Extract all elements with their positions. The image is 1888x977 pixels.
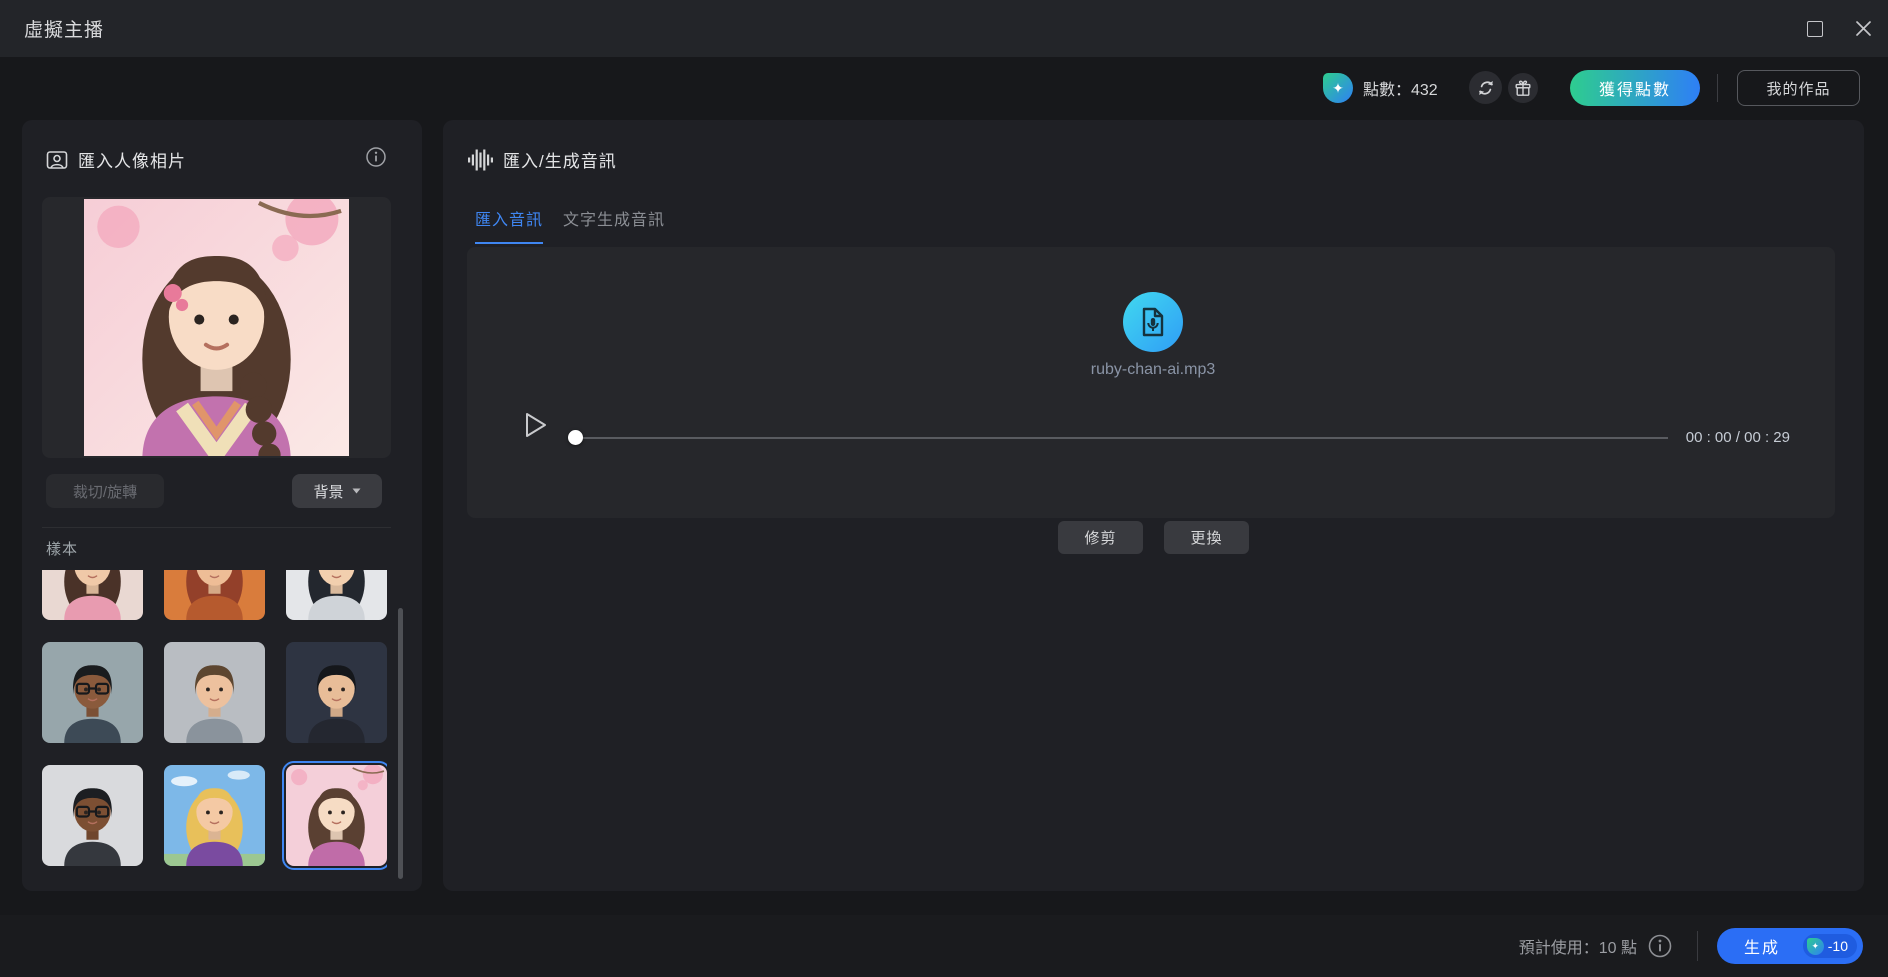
get-points-button[interactable]: 獲得點數 bbox=[1570, 70, 1700, 106]
portrait-image bbox=[84, 199, 349, 456]
refresh-points-button[interactable] bbox=[1469, 71, 1502, 104]
replace-button[interactable]: 更換 bbox=[1164, 521, 1249, 554]
title-bar: 虛擬主播 bbox=[0, 0, 1888, 57]
chevron-down-icon bbox=[352, 488, 360, 494]
generate-cost-pill: ✦ -10 bbox=[1802, 934, 1857, 958]
sample-thumb-woman-pink-blazer[interactable] bbox=[42, 570, 143, 620]
audio-progress-track[interactable] bbox=[575, 437, 1668, 439]
portrait-panel-title: 匯入人像相片 bbox=[78, 152, 186, 171]
portrait-info-icon[interactable] bbox=[365, 146, 387, 168]
refresh-icon bbox=[1478, 80, 1493, 95]
audio-panel-header: 匯入/生成音訊 bbox=[468, 147, 617, 172]
estimate-info-icon[interactable] bbox=[1647, 933, 1673, 959]
footer-bar: 預計使用：10 點 生成 ✦ -10 bbox=[0, 915, 1888, 977]
points-count: 點數：432 bbox=[1363, 82, 1438, 99]
gift-icon bbox=[1515, 79, 1531, 96]
portrait-panel: 匯入人像相片 裁切/旋轉 背景 樣本 bbox=[22, 120, 422, 891]
left-panel-divider bbox=[42, 527, 391, 528]
sample-grid bbox=[42, 570, 387, 870]
sample-thumb-woman-blonde-cartoon[interactable] bbox=[164, 765, 265, 866]
audio-panel: 匯入/生成音訊 匯入音訊 文字生成音訊 ruby-chan-ai.mp3 00 … bbox=[443, 120, 1864, 891]
play-button[interactable] bbox=[522, 410, 550, 440]
gift-button[interactable] bbox=[1508, 73, 1538, 103]
estimate-usage-label: 預計使用：10 點 bbox=[1518, 940, 1637, 957]
generate-label: 生成 bbox=[1744, 940, 1781, 957]
time-display: 00 : 00 / 00 : 29 bbox=[1685, 429, 1790, 446]
sample-thumb-woman-red-hair[interactable] bbox=[164, 570, 265, 620]
maximize-button[interactable] bbox=[1802, 16, 1828, 42]
generate-button[interactable]: 生成 ✦ -10 bbox=[1717, 928, 1863, 964]
points-badge-icon: ✦ bbox=[1323, 73, 1353, 103]
samples-scrollbar[interactable] bbox=[398, 608, 403, 879]
play-icon bbox=[526, 413, 546, 437]
sample-thumb-man-short-hair[interactable] bbox=[164, 642, 265, 743]
sample-thumb-man-suit-dark[interactable] bbox=[286, 642, 387, 743]
portrait-panel-header: 匯入人像相片 bbox=[46, 147, 186, 172]
audio-progress-knob[interactable] bbox=[568, 430, 583, 445]
footer-divider bbox=[1697, 931, 1698, 961]
sample-thumb-man-glasses-gray[interactable] bbox=[42, 642, 143, 743]
maximize-icon bbox=[1807, 20, 1823, 37]
document-microphone-icon bbox=[1142, 307, 1164, 337]
header-divider bbox=[1717, 74, 1718, 102]
background-dropdown-button[interactable]: 背景 bbox=[292, 474, 382, 508]
window-controls bbox=[1802, 0, 1876, 57]
tab-import-audio[interactable]: 匯入音訊 bbox=[475, 200, 544, 244]
audio-file-circle bbox=[1123, 292, 1183, 352]
samples-label: 樣本 bbox=[46, 541, 79, 558]
sample-thumb-man-glasses-light[interactable] bbox=[42, 765, 143, 866]
crop-rotate-button[interactable]: 裁切/旋轉 bbox=[46, 474, 164, 508]
background-label: 背景 bbox=[313, 483, 344, 501]
audio-file-card: ruby-chan-ai.mp3 00 : 00 / 00 : 29 bbox=[467, 247, 1835, 518]
close-button[interactable] bbox=[1850, 16, 1876, 42]
window-title: 虛擬主播 bbox=[24, 20, 105, 41]
portrait-preview-card bbox=[42, 197, 391, 458]
close-icon bbox=[1855, 21, 1871, 36]
trim-button[interactable]: 修剪 bbox=[1058, 521, 1143, 554]
sample-thumb-woman-black-hair[interactable] bbox=[286, 570, 387, 620]
tab-text-to-audio[interactable]: 文字生成音訊 bbox=[563, 200, 665, 244]
generate-cost-label: -10 bbox=[1827, 938, 1848, 954]
app-window: 虛擬主播 ✦ 點數：432 獲得點數 我的作品 匯入人像相片 裁切/旋轉 背景 … bbox=[0, 0, 1888, 977]
audio-file-name: ruby-chan-ai.mp3 bbox=[1090, 361, 1216, 378]
audio-panel-title: 匯入/生成音訊 bbox=[503, 152, 617, 171]
portrait-frame-icon bbox=[46, 150, 68, 169]
points-badge-small-icon: ✦ bbox=[1806, 937, 1824, 955]
audio-tabs: 匯入音訊 文字生成音訊 bbox=[475, 200, 665, 244]
waveform-icon bbox=[468, 149, 493, 170]
sample-thumb-woman-anime-kimono[interactable] bbox=[282, 761, 387, 870]
my-works-button[interactable]: 我的作品 bbox=[1737, 70, 1860, 106]
